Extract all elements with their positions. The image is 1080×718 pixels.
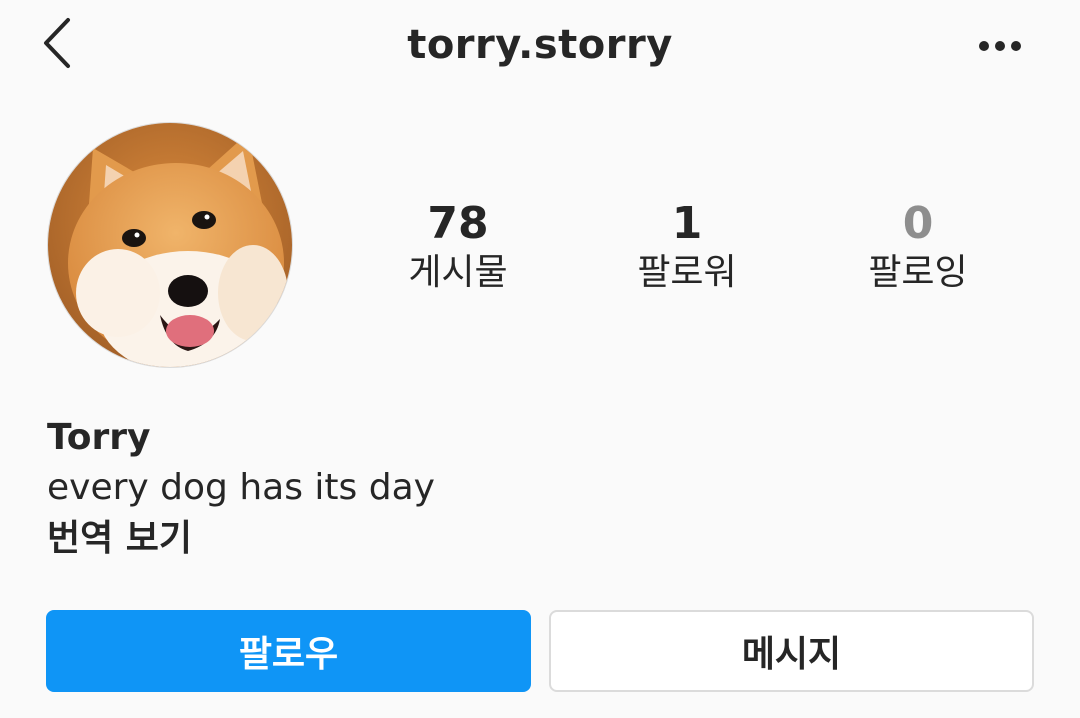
- bio-text: every dog has its day: [47, 467, 435, 508]
- stat-posts[interactable]: 78 게시물: [368, 198, 548, 296]
- more-horizontal-icon: [979, 41, 1021, 51]
- following-label: 팔로잉: [868, 252, 968, 293]
- followers-label: 팔로워: [637, 252, 737, 293]
- posts-count: 78: [427, 198, 489, 249]
- profile-username: torry.storry: [407, 22, 673, 68]
- message-button[interactable]: 메시지: [549, 610, 1034, 692]
- stat-following[interactable]: 0 팔로잉: [828, 198, 1008, 296]
- shiba-dog-avatar-image: [48, 123, 292, 367]
- profile-avatar[interactable]: [47, 122, 293, 368]
- profile-bio: Torry every dog has its day 번역 보기: [47, 414, 435, 564]
- profile-display-name: Torry: [47, 417, 151, 458]
- more-options-button[interactable]: [970, 28, 1030, 64]
- following-count: 0: [902, 198, 934, 249]
- posts-label: 게시물: [408, 252, 508, 293]
- follow-button[interactable]: 팔로우: [46, 610, 531, 692]
- see-translation-link[interactable]: 번역 보기: [47, 514, 435, 564]
- stat-followers[interactable]: 1 팔로워: [597, 198, 777, 296]
- followers-count: 1: [671, 198, 703, 249]
- top-navigation-bar: torry.storry: [0, 0, 1080, 95]
